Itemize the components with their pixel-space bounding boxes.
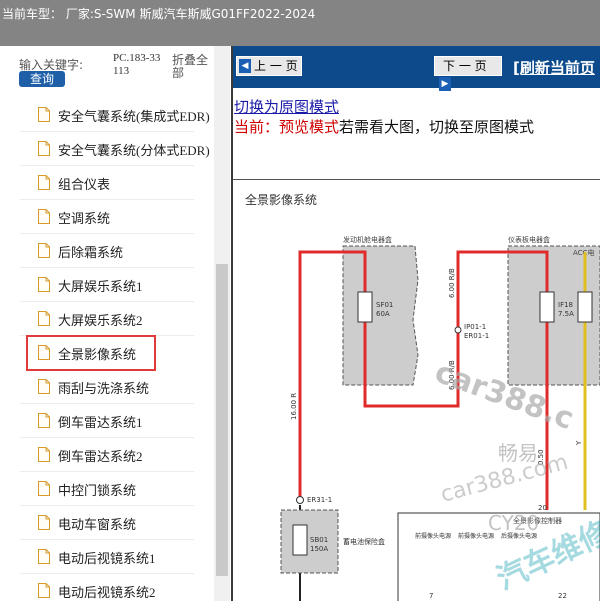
list-item[interactable]: 雨刮与洗涤系统 xyxy=(20,370,194,404)
document-icon xyxy=(38,277,50,292)
document-icon xyxy=(38,549,50,564)
list-item-label: 后除霜系统 xyxy=(58,245,124,260)
list-item-selected[interactable]: 全景影像系统 xyxy=(26,335,156,371)
document-icon xyxy=(38,515,50,530)
page-toolbar: ◀ 上 一 页 下 一 页 ▶ [刷新当前页 xyxy=(233,46,600,91)
refresh-page-link[interactable]: [刷新当前页 xyxy=(513,57,595,78)
list-item[interactable]: 大屏娱乐系统2 xyxy=(20,302,194,336)
list-item[interactable]: 电动后视镜系统1 xyxy=(20,540,194,574)
pin-22: 22 xyxy=(558,592,567,600)
fuse-acc xyxy=(577,291,593,323)
document-icon xyxy=(38,447,50,462)
list-item-label: 雨刮与洗涤系统 xyxy=(58,381,150,396)
document-icon xyxy=(38,583,50,598)
prev-page-button[interactable]: ◀ 上 一 页 xyxy=(236,56,302,76)
document-icon xyxy=(38,481,50,496)
list-item[interactable]: 大屏娱乐系统1 xyxy=(20,268,194,302)
fuse-sb01-rating: 150A xyxy=(310,545,328,553)
connector-er31-label: ER31-1 xyxy=(307,496,332,504)
list-item[interactable]: 倒车雷达系统1 xyxy=(20,404,194,438)
list-item-label: 倒车雷达系统2 xyxy=(58,449,143,464)
window-title: 当前车型： 厂家:S-SWM 斯威汽车斯威G01FF2022-2024 xyxy=(2,7,316,21)
collapse-all-link[interactable]: 折叠全部 xyxy=(172,54,212,80)
list-item-label: 安全气囊系统(集成式EDR) xyxy=(58,109,210,124)
battery-box-label: 蓄电池保险盒 xyxy=(343,537,385,546)
document-icon xyxy=(38,141,50,156)
mode-status: 当前：预览模式若需看大图，切换至原图模式 xyxy=(234,116,534,137)
document-icon xyxy=(38,379,50,394)
watermark-4: CY20 xyxy=(488,511,539,535)
list-item-label: 组合仪表 xyxy=(58,177,111,192)
document-icon xyxy=(38,209,50,224)
list-item-label: 电动后视镜系统2 xyxy=(58,585,156,600)
fuse-sf01 xyxy=(357,291,373,323)
engine-box-label: 发动机舱电器盒 xyxy=(343,235,392,244)
wire-label-3: 16.00 R xyxy=(290,393,298,420)
fuse-sf01-label: SF01 xyxy=(376,301,393,309)
connector-er31-node xyxy=(296,496,304,504)
document-icon xyxy=(38,345,50,360)
list-item[interactable]: 空调系统 xyxy=(20,200,194,234)
list-item[interactable]: 后除霜系统 xyxy=(20,234,194,268)
document-icon xyxy=(38,413,50,428)
mode-current: 当前：预览模式 xyxy=(234,120,340,136)
list-item-label: 电动车窗系统 xyxy=(58,517,137,532)
arrow-right-icon: ▶ xyxy=(439,77,451,91)
list-item-label: 中控门锁系统 xyxy=(58,483,137,498)
list-item[interactable]: 电动车窗系统 xyxy=(20,506,194,540)
prev-page-label: 上 一 页 xyxy=(254,59,298,73)
connector-ip-node xyxy=(454,326,462,334)
list-item-label: 电动后视镜系统1 xyxy=(58,551,156,566)
fuse-sf01-rating: 60A xyxy=(376,310,390,318)
wire-label-5: Y xyxy=(575,440,583,446)
document-icon xyxy=(38,243,50,258)
query-button[interactable]: 查询 xyxy=(19,71,65,87)
search-panel: 输入关键字: PC.183-33113 折叠全部 查询 xyxy=(0,46,232,98)
window-title-bar: 当前车型： 厂家:S-SWM 斯威汽车斯威G01FF2022-2024 xyxy=(0,0,600,46)
connector-er-label: ER01-1 xyxy=(464,332,489,340)
fuse-if18 xyxy=(539,291,555,323)
cam-label-1: 前摄像头电源 xyxy=(415,532,451,540)
keyword-input[interactable]: PC.183-33113 xyxy=(113,52,165,84)
switch-original-mode-link[interactable]: 切换为原图模式 xyxy=(234,96,339,117)
list-item-label: 大屏娱乐系统1 xyxy=(58,279,143,294)
sidebar-scrollbar[interactable] xyxy=(214,46,230,601)
content-pane: ◀ 上 一 页 下 一 页 ▶ [刷新当前页 切换为原图模式 当前：预览模式若需看大… xyxy=(233,46,600,601)
sidebar: 输入关键字: PC.183-33113 折叠全部 查询 安全气囊系统(集成式ED… xyxy=(0,46,232,601)
next-page-button[interactable]: 下 一 页 ▶ xyxy=(434,56,502,91)
scrollbar-thumb[interactable] xyxy=(216,264,228,576)
list-item-label: 空调系统 xyxy=(58,211,111,226)
list-item-label: 全景影像系统 xyxy=(58,347,137,362)
fuse-if18-label: IF18 xyxy=(558,301,573,309)
document-icon xyxy=(38,175,50,190)
dash-box-label: 仪表板电器盒 xyxy=(508,235,550,244)
list-item[interactable]: 组合仪表 xyxy=(20,166,194,200)
fuse-sb01 xyxy=(292,524,308,556)
wiring-diagram[interactable]: 全景影像系统 发动机舱电器盒 仪表板电器盒 ACC电 SF01 60A IF18… xyxy=(233,179,600,601)
document-icon xyxy=(38,107,50,122)
list-item-label: 大屏娱乐系统2 xyxy=(58,313,143,328)
list-item-label: 安全气囊系统(分体式EDR) xyxy=(58,143,210,158)
mode-hint: 若需看大图，切换至原图模式 xyxy=(339,120,535,136)
pin-20: 20 xyxy=(538,504,547,512)
list-item[interactable]: 中控门锁系统 xyxy=(20,472,194,506)
fuse-if18-rating: 7.5A xyxy=(558,310,574,318)
fuse-sb01-label: SB01 xyxy=(310,536,328,544)
list-item[interactable]: 电动后视镜系统2 xyxy=(20,574,194,601)
document-icon xyxy=(38,311,50,326)
list-item[interactable]: 倒车雷达系统2 xyxy=(20,438,194,472)
list-item-label: 倒车雷达系统1 xyxy=(58,415,143,430)
diagram-title: 全景影像系统 xyxy=(245,192,317,207)
wire-label-1: 6.00 R/B xyxy=(448,268,456,298)
list-item[interactable]: 安全气囊系统(集成式EDR) xyxy=(20,98,210,132)
connector-ip-label: IP01-1 xyxy=(464,323,486,331)
list-item[interactable]: 安全气囊系统(分体式EDR) xyxy=(20,132,210,166)
next-page-label: 下 一 页 xyxy=(443,59,487,73)
pin-7: 7 xyxy=(429,592,433,600)
arrow-left-icon: ◀ xyxy=(239,59,251,73)
